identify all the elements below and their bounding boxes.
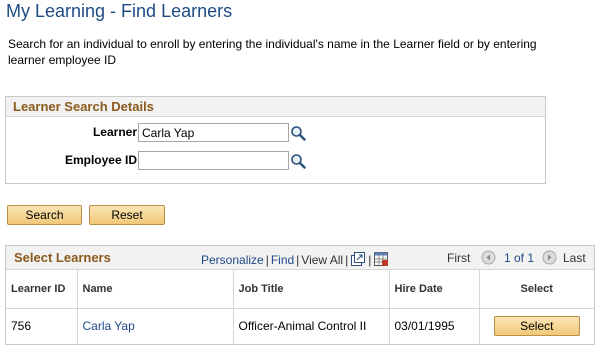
learner-id-cell: 756 <box>6 308 78 344</box>
reset-button[interactable]: Reset <box>89 205 165 225</box>
search-button[interactable]: Search <box>7 205 82 225</box>
instructions-text: Search for an individual to enroll by en… <box>8 37 537 67</box>
column-header-learner-id[interactable]: Learner ID <box>6 270 78 309</box>
employee-id-row: Employee ID <box>6 151 545 171</box>
grid-header: Select Learners Personalize | Find | View Al… <box>6 246 594 270</box>
column-header-hire-date[interactable]: Hire Date <box>389 270 480 309</box>
learner-search-group: Learner Search Details Learner Employee … <box>5 96 546 184</box>
grid-navigation: Personalize | Find | View All | | <box>201 251 389 267</box>
table-row: 756 Carla Yap Officer-Animal Control II … <box>6 308 594 344</box>
separator: | <box>368 253 372 267</box>
select-learner-button[interactable]: Select <box>493 316 580 337</box>
employee-id-label: Employee ID <box>64 153 137 167</box>
last-label: Last <box>563 251 586 265</box>
new-window-icon[interactable] <box>350 251 366 267</box>
learner-row: Learner <box>6 123 545 143</box>
job-title-cell: Officer-Animal Control II <box>233 308 390 344</box>
learner-input[interactable] <box>138 123 289 142</box>
search-group-header: Learner Search Details <box>6 97 545 117</box>
separator: | <box>345 253 349 267</box>
page-indicator: 1 of 1 <box>504 251 535 265</box>
find-link[interactable]: Find <box>271 253 294 267</box>
separator: | <box>265 253 269 267</box>
personalize-link[interactable]: Personalize <box>201 253 264 267</box>
hire-date-cell: 03/01/1995 <box>389 308 480 344</box>
grid-title: Select Learners <box>14 250 111 265</box>
learner-label: Learner <box>92 125 137 139</box>
employee-id-input[interactable] <box>138 151 289 170</box>
select-learners-grid: Select Learners Personalize | Find | View Al… <box>5 245 595 345</box>
page-title: My Learning - Find Learners <box>6 1 233 21</box>
name-cell: Carla Yap <box>77 308 234 344</box>
column-header-name[interactable]: Name <box>77 270 234 309</box>
previous-page-icon[interactable] <box>481 250 496 265</box>
view-all-link[interactable]: View All <box>301 253 343 267</box>
first-label: First <box>447 251 471 265</box>
download-spreadsheet-icon[interactable] <box>373 251 389 267</box>
results-table: Learner ID Name Job Title Hire Date Sele… <box>6 270 594 344</box>
employee-id-lookup-icon[interactable] <box>290 153 306 169</box>
column-header-job-title[interactable]: Job Title <box>233 270 390 309</box>
column-header-select: Select <box>479 270 594 309</box>
separator: | <box>296 253 300 267</box>
learner-name-link[interactable]: Carla Yap <box>83 319 135 333</box>
learner-lookup-icon[interactable] <box>290 125 306 141</box>
table-header-row: Learner ID Name Job Title Hire Date Sele… <box>6 270 594 309</box>
select-cell: Select <box>479 308 594 344</box>
next-page-icon[interactable] <box>542 250 557 265</box>
